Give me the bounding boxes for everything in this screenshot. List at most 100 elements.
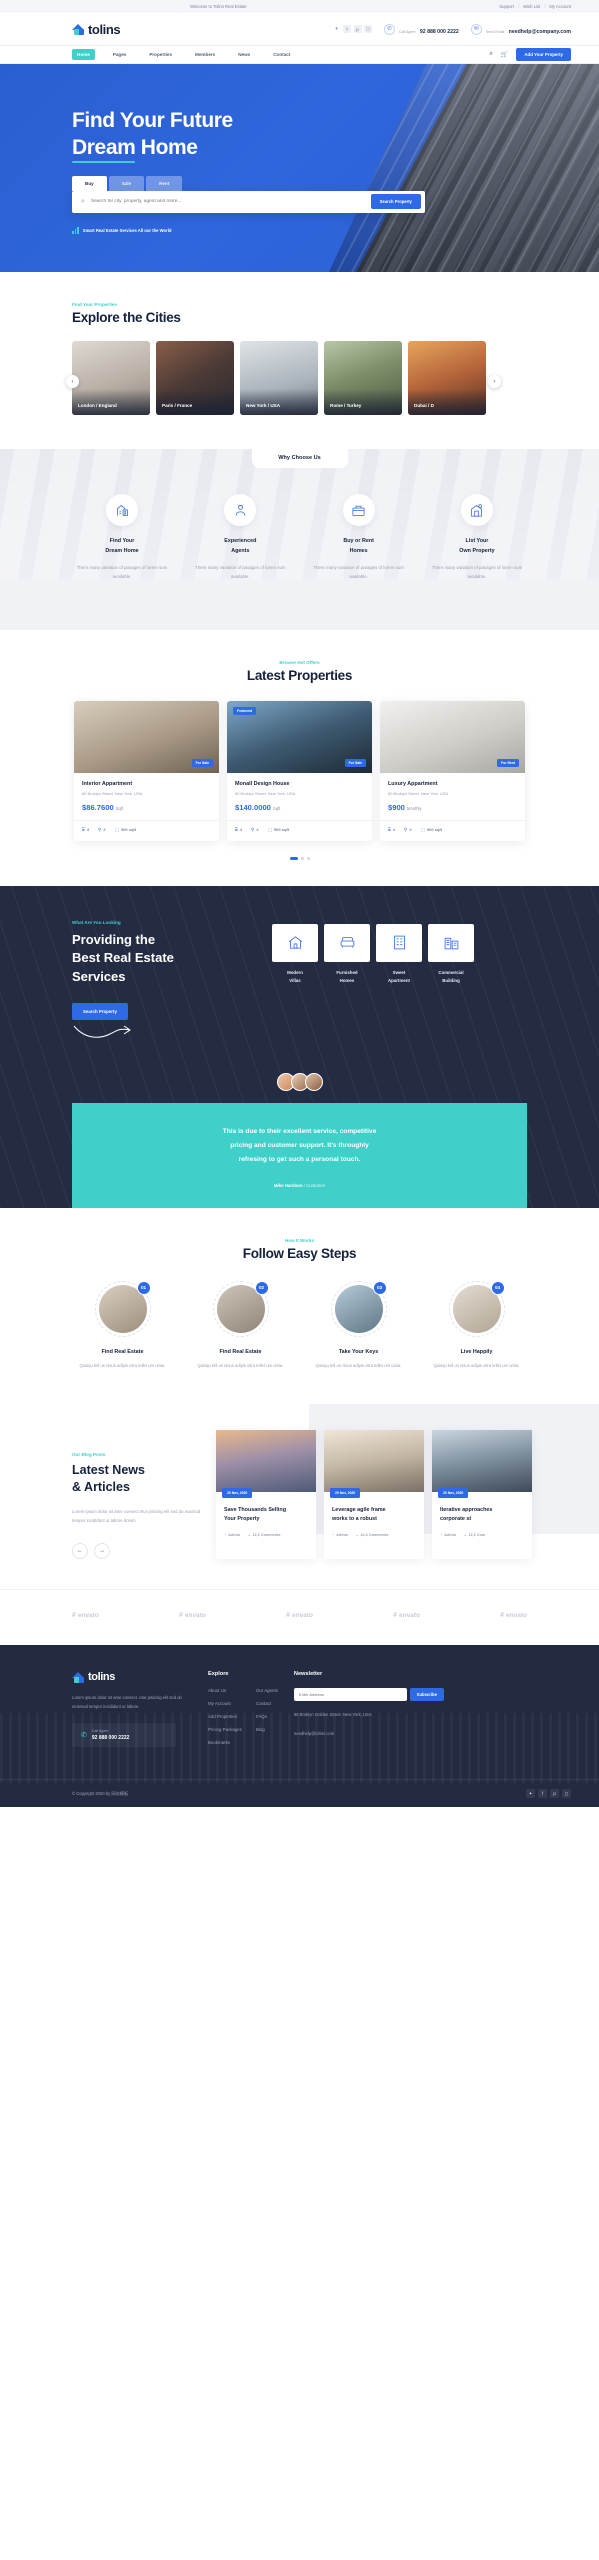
bath-icon: ⚲ <box>98 826 102 832</box>
brand-logo[interactable]: tolins <box>72 22 121 37</box>
blog-author: ◔ Admin <box>440 1533 457 1538</box>
search-input[interactable] <box>90 199 365 205</box>
property-address: 80 Broklyn Street, New York. USA <box>388 790 449 796</box>
service-card[interactable]: Sweet Apartment <box>376 923 422 1048</box>
blog-image: 20 Nov, 2020 <box>432 1429 532 1498</box>
property-card[interactable]: For Sale Interior Appartment 80 Broklyn … <box>74 700 219 841</box>
beds-count: 4 <box>86 827 89 832</box>
feature-title-line2: Dream Home <box>105 548 139 554</box>
nav-item-pages[interactable]: Pages <box>108 49 132 60</box>
blog-card[interactable]: 20 Nov, 2020 Save Thousands Selling Your … <box>216 1429 316 1559</box>
nav-item-properties[interactable]: Properties <box>144 49 177 60</box>
step-item[interactable]: 03 Take Your Keys Quisqu tell us nisus a… <box>304 1280 414 1370</box>
footer-link-contact[interactable]: Contact <box>256 1701 271 1706</box>
footer-bottom-bar: © Copyright 2020 by 网站模板 ✦ f p ◻ <box>0 1779 599 1807</box>
topbar-link-support[interactable]: Support <box>499 4 514 9</box>
footer-link-faqs[interactable]: FAQs <box>256 1714 267 1719</box>
steps-eyebrow: How It Works <box>284 1237 314 1243</box>
footer-link-agents[interactable]: Our Agents <box>256 1688 278 1693</box>
house-logo-icon <box>72 1671 85 1683</box>
dot[interactable] <box>306 856 310 860</box>
subscribe-button[interactable]: Subscribe <box>409 1688 444 1701</box>
send-email-label: Send Email <box>485 30 505 34</box>
step-item[interactable]: 04 Live Happily Quisqu tell us nisus adi… <box>422 1280 532 1370</box>
feature-card[interactable]: List Your Own Property There many variati… <box>427 494 527 582</box>
blog-date: 20 Nov, 2020 <box>438 1487 469 1498</box>
image-overlay <box>408 389 486 415</box>
service-card[interactable]: Furnished Homes <box>324 923 370 1048</box>
twitter-icon[interactable]: ✦ <box>526 1789 535 1798</box>
dot[interactable] <box>300 856 304 860</box>
blog-card[interactable]: 20 Nov, 2020 Iterative approaches corpora… <box>432 1429 532 1559</box>
pinterest-icon[interactable]: p <box>550 1789 559 1798</box>
footer-link-about[interactable]: About Us <box>208 1688 226 1693</box>
footer-logo[interactable]: tolins <box>72 1671 192 1683</box>
feature-card[interactable]: Find Your Dream Home There many variation… <box>72 494 172 582</box>
nav-item-news[interactable]: News <box>233 49 255 60</box>
blog-prev-button[interactable]: ← <box>72 1543 88 1559</box>
instagram-icon[interactable]: ◻ <box>562 1789 571 1798</box>
tab-rent[interactable]: Rent <box>146 175 183 191</box>
footer-link-pricing[interactable]: Pricing Packages <box>208 1727 242 1732</box>
feature-card[interactable]: Buy or Rent Homes There many variation of… <box>309 494 409 582</box>
step-ring: 02 <box>212 1280 269 1337</box>
nav-item-home[interactable]: Home <box>72 49 95 60</box>
step-item[interactable]: 02 Find Real Estate Quisqu tell us nisus… <box>186 1280 296 1370</box>
city-label: Dubai / D <box>414 403 434 408</box>
user-icon: ◔ <box>440 1533 443 1538</box>
cart-icon[interactable]: 🛒 <box>501 51 508 58</box>
city-card[interactable]: Dubai / D <box>408 341 486 415</box>
city-card[interactable]: London / England <box>72 341 150 415</box>
property-card[interactable]: Featured For Sale Monall Design House 80… <box>227 700 372 841</box>
tab-sale[interactable]: Sale <box>108 175 145 191</box>
service-card[interactable]: Commercial Building <box>428 923 474 1048</box>
dot-active[interactable] <box>289 856 298 860</box>
footer-link-account[interactable]: My Account <box>208 1701 231 1706</box>
city-card[interactable]: Paris / France <box>156 341 234 415</box>
site-footer: tolins Lorem ipsum dolor sit ame consect… <box>0 1645 599 1807</box>
facebook-icon[interactable]: f <box>343 25 352 33</box>
separator: / <box>544 4 546 9</box>
blog-comments: ◒ 12,2 Comments <box>248 1533 281 1538</box>
latest-properties-section: Browse Hot Offers Latest Properties For … <box>0 630 599 886</box>
brand-logo-item: # envato <box>286 1612 313 1619</box>
topbar-link-account[interactable]: My Account <box>549 4 571 9</box>
tab-buy[interactable]: Buy <box>72 175 107 191</box>
cities-prev-button[interactable]: ‹ <box>66 375 79 388</box>
nav-item-contact[interactable]: Contact <box>268 49 295 60</box>
feature-card[interactable]: Experienced Agents There many variation o… <box>190 494 290 582</box>
pinterest-icon[interactable]: p <box>353 25 362 33</box>
service-card[interactable]: Modern Villas <box>272 923 318 1048</box>
blog-card[interactable]: 20 Nov, 2020 Leverage agile frame works t… <box>324 1429 424 1559</box>
newsletter-email-input[interactable] <box>293 1688 407 1701</box>
instagram-icon[interactable]: ◻ <box>364 25 373 33</box>
footer-link-blog[interactable]: Blog <box>256 1727 265 1732</box>
call-agent-block[interactable]: ✆ Call Agent 92 888 000 2222 <box>384 20 459 38</box>
send-email-block[interactable]: ✉ Send Email needhelp@company.com <box>470 20 571 38</box>
step-ring: 04 <box>448 1280 505 1337</box>
step-item[interactable]: 01 Find Real Estate Quisqu tell us nisus… <box>68 1280 178 1370</box>
baths-meta: ⚲ 2 <box>404 827 412 833</box>
twitter-icon[interactable]: ✦ <box>332 25 341 33</box>
add-property-button[interactable]: Add Your Property <box>516 48 571 61</box>
footer-link-add-properties[interactable]: Add Properties <box>208 1714 237 1719</box>
property-name: Interior Appartment <box>82 780 133 787</box>
services-search-button[interactable]: Search Property <box>72 1003 128 1021</box>
blog-next-button[interactable]: → <box>94 1543 110 1559</box>
blog-date: 20 Nov, 2020 <box>330 1487 361 1498</box>
why-choose-us-section: Why Choose Us Find Your Dream Home There … <box>0 449 599 630</box>
feature-title-line1: Find Your <box>109 538 135 544</box>
search-property-button[interactable]: Search Property <box>370 194 421 210</box>
cities-next-button[interactable]: › <box>488 375 501 388</box>
city-card[interactable]: New York / USA <box>240 341 318 415</box>
nav-item-members[interactable]: Members <box>190 49 220 60</box>
footer-call-agent[interactable]: ✆ Call Agent 92 888 000 2222 <box>72 1723 176 1748</box>
facebook-icon[interactable]: f <box>538 1789 547 1798</box>
property-meta: ⌸ 4 ⚲ 2 ⬚ 500 sqft <box>380 819 525 841</box>
city-card[interactable]: Rome / Turkey <box>324 341 402 415</box>
search-icon[interactable]: ⌕ <box>490 51 493 58</box>
topbar-link-wishlist[interactable]: Wish List <box>523 4 540 9</box>
footer-link-bookmarks[interactable]: Bookmarks <box>208 1740 230 1745</box>
property-card[interactable]: For Rent Luxury Appartment 80 Broklyn St… <box>380 700 525 841</box>
blog-meta: ◔ Admin ◒ 12,2 Comments <box>224 1533 308 1537</box>
